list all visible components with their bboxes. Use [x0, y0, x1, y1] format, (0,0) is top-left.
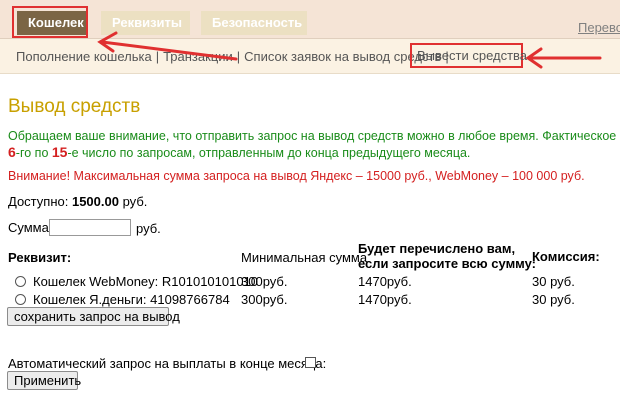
row-budet: 1470руб.	[358, 292, 412, 307]
notice-day-end: 15	[51, 144, 68, 160]
available-balance: Доступно: 1500.00 руб.	[8, 194, 148, 209]
apply-button[interactable]: Применить	[7, 371, 81, 390]
top-tab-bar: Кошелек Реквизиты Безопасность Перевод	[0, 0, 620, 38]
row-name: Кошелек Я.деньги: 41098766784	[33, 292, 230, 307]
notice-green: Обращаем ваше внимание, что отправить за…	[8, 128, 620, 161]
row-min: 300руб.	[241, 274, 288, 289]
row-kom: 30 руб.	[532, 274, 575, 289]
header-budet: Будет перечислено вам, если запросите всю…	[358, 241, 537, 271]
row-name: Кошелек WebMoney: R101010101010	[33, 274, 259, 289]
notice-red: Внимание! Максимальная сумма запроса на …	[8, 169, 585, 183]
radio-yandex[interactable]	[15, 294, 26, 305]
radio-webmoney[interactable]	[15, 276, 26, 287]
tab-highlight-box	[12, 6, 88, 38]
subnav-item-tranzakcii[interactable]: Транзакции	[163, 49, 233, 64]
sum-unit: руб.	[136, 221, 161, 236]
header-komissiya: Комиссия:	[532, 249, 600, 264]
row-min: 300руб.	[241, 292, 288, 307]
available-value: 1500.00	[71, 194, 119, 209]
notice-day-start: 6	[8, 144, 16, 160]
auto-request-checkbox[interactable]	[305, 357, 316, 368]
page-title: Вывод средств	[8, 96, 141, 117]
subnav-item-popolnenie[interactable]: Пополнение кошелька	[16, 49, 152, 64]
header-rekvizit: Реквизит:	[8, 250, 72, 265]
header-min-sum: Минимальная сумма	[241, 250, 368, 265]
auto-request-label: Автоматический запрос на выплаты в конце…	[8, 356, 327, 371]
save-request-button[interactable]: сохранить запрос на вывод	[7, 307, 180, 326]
header-right-link[interactable]: Перевод	[578, 20, 620, 35]
tab-rekvizity[interactable]: Реквизиты	[101, 11, 190, 35]
tab-bezopasnost[interactable]: Безопасность	[201, 11, 307, 35]
sum-input[interactable]	[49, 219, 131, 236]
notice-green-line-2: 6-го по 15-е число по запросам, отправле…	[8, 144, 471, 160]
table-row: Кошелек WebMoney: R101010101010 300руб. …	[0, 273, 620, 293]
row-kom: 30 руб.	[532, 292, 575, 307]
row-budet: 1470руб.	[358, 274, 412, 289]
subnav-item-vyvesti-sredstva[interactable]: Вывести средства	[417, 48, 527, 63]
sum-label: Сумма:	[8, 220, 53, 235]
notice-green-line-1: Обращаем ваше внимание, что отправить за…	[8, 129, 620, 143]
